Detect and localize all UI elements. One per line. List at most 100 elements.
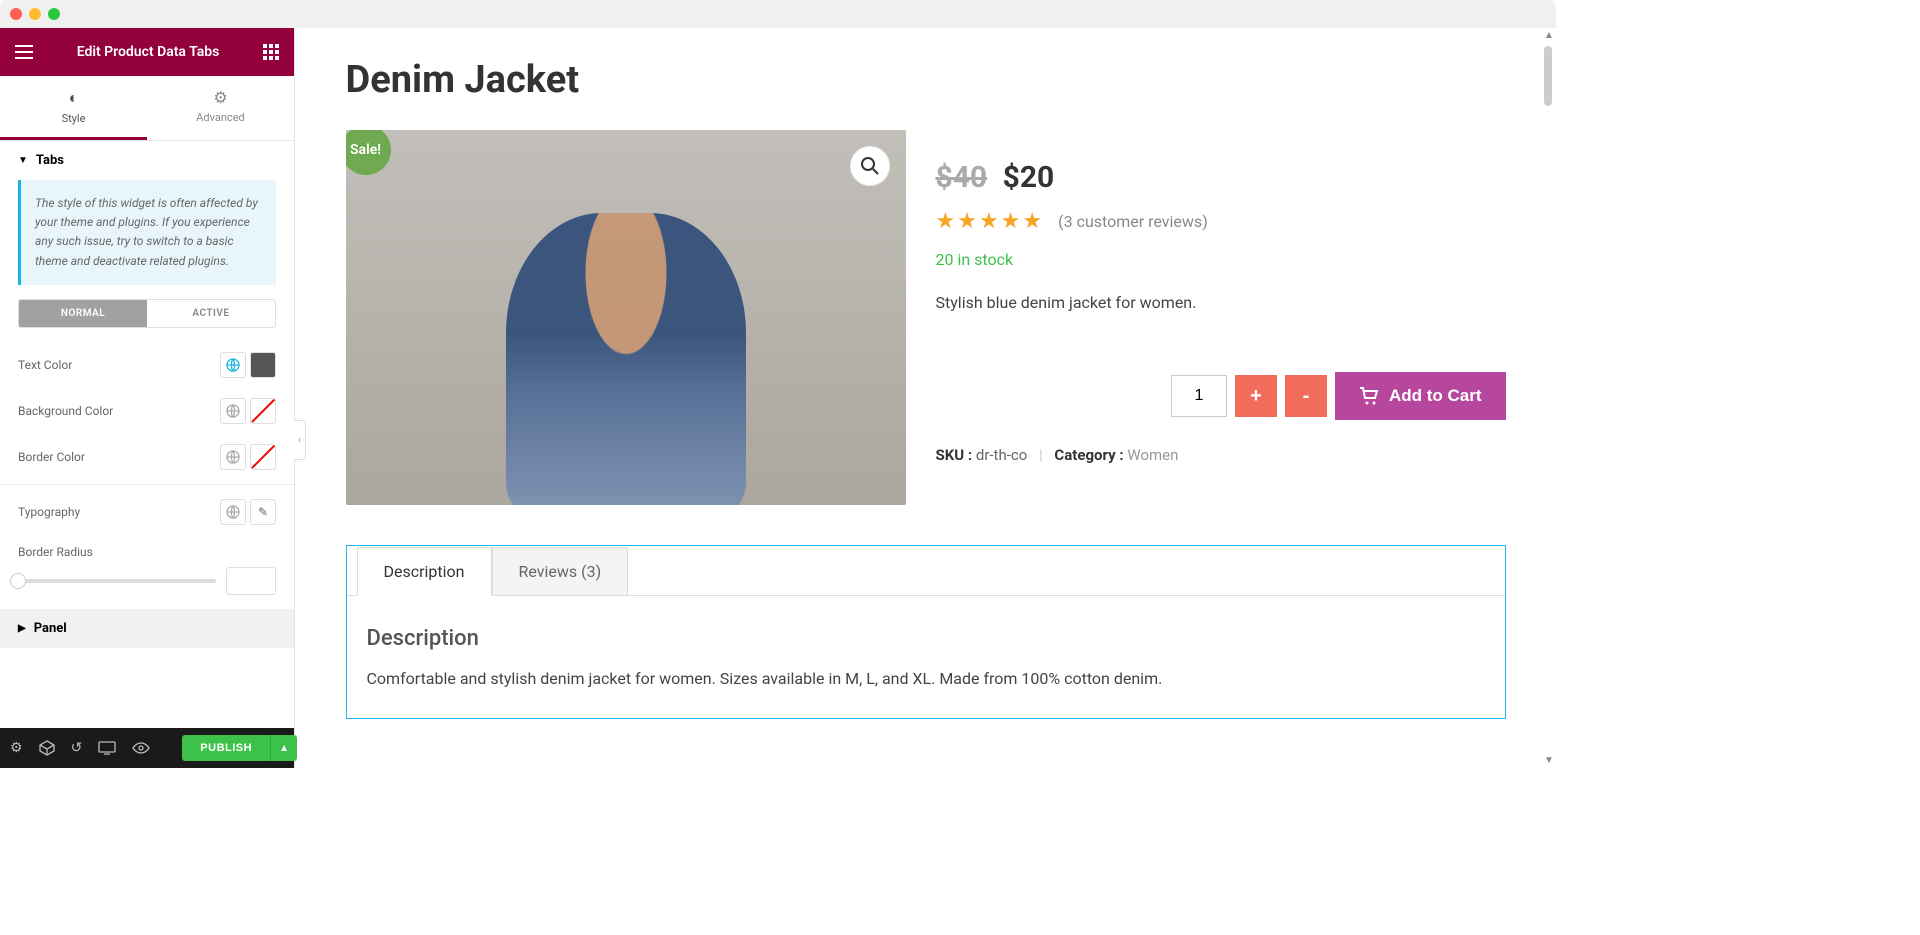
- grid-icon[interactable]: [263, 44, 279, 60]
- control-background-color: Background Color: [0, 388, 294, 434]
- zoom-button[interactable]: [850, 146, 890, 186]
- globe-icon[interactable]: [220, 398, 246, 424]
- tab-advanced[interactable]: ⚙ Advanced: [147, 76, 294, 140]
- sidebar-title: Edit Product Data Tabs: [77, 44, 220, 60]
- sku-value: dr-th-co: [976, 446, 1027, 464]
- reviews-link[interactable]: (3 customer reviews): [1058, 212, 1208, 231]
- product-title: Denim Jacket: [346, 58, 1506, 102]
- scroll-thumb[interactable]: [1544, 46, 1552, 106]
- window-maximize-icon[interactable]: [48, 8, 60, 20]
- navigator-icon[interactable]: [39, 740, 55, 756]
- sidebar-footer: ⚙ ↺ PUBLISH ▲: [0, 728, 294, 768]
- section-tabs-label: Tabs: [36, 153, 64, 168]
- window-close-icon[interactable]: [10, 8, 22, 20]
- category-link[interactable]: Women: [1127, 446, 1178, 464]
- price-new: $20: [1003, 160, 1055, 195]
- menu-icon[interactable]: [15, 45, 33, 59]
- product-data-tabs-widget[interactable]: Description Reviews (3) Description Comf…: [346, 545, 1506, 719]
- tab-description[interactable]: Description: [357, 547, 492, 596]
- control-text-color: Text Color: [0, 342, 294, 388]
- publish-options-button[interactable]: ▲: [270, 735, 297, 761]
- sidebar-body: ▼ Tabs The style of this widget is often…: [0, 141, 294, 728]
- category-label: Category :: [1054, 446, 1123, 464]
- toggle-active[interactable]: ACTIVE: [147, 300, 275, 327]
- quantity-minus-button[interactable]: -: [1285, 375, 1327, 417]
- theme-notice: The style of this widget is often affect…: [18, 180, 276, 285]
- cart-icon: [1359, 387, 1379, 405]
- picker-group: [220, 444, 276, 470]
- settings-icon[interactable]: ⚙: [10, 740, 23, 756]
- preview-canvas: Denim Jacket Sale! $40 $20: [295, 28, 1556, 768]
- section-tabs-header[interactable]: ▼ Tabs: [0, 141, 294, 180]
- control-label: Text Color: [18, 358, 72, 372]
- toggle-normal[interactable]: NORMAL: [19, 300, 147, 327]
- product-image: Sale!: [346, 130, 906, 505]
- control-typography: Typography ✎: [0, 489, 294, 535]
- globe-icon[interactable]: [220, 352, 246, 378]
- product-top: Sale! $40 $20 ★★★★★ (3 customer reviews): [346, 130, 1506, 505]
- tab-content: Description Comfortable and stylish deni…: [347, 596, 1505, 718]
- vertical-scrollbar[interactable]: ▲ ▼: [1544, 28, 1554, 768]
- control-label: Typography: [18, 505, 80, 519]
- star-rating-icon: ★★★★★: [936, 209, 1045, 234]
- sku-label: SKU :: [936, 446, 973, 464]
- divider: [0, 484, 294, 485]
- add-to-cart-button[interactable]: Add to Cart: [1335, 372, 1506, 420]
- advanced-icon: ⚙: [147, 88, 294, 107]
- control-border-radius: Border Radius: [0, 535, 294, 561]
- preview-icon[interactable]: [132, 742, 150, 754]
- section-panel-label: Panel: [34, 621, 67, 636]
- publish-button[interactable]: PUBLISH: [182, 735, 270, 761]
- price-row: $40 $20: [936, 160, 1506, 195]
- history-icon[interactable]: ↺: [71, 740, 83, 756]
- tab-content-body: Comfortable and stylish denim jacket for…: [367, 669, 1485, 688]
- tab-style-label: Style: [62, 112, 86, 125]
- product-meta: SKU : dr-th-co | Category : Women: [936, 446, 1506, 464]
- responsive-icon[interactable]: [98, 741, 116, 755]
- main-inner: Denim Jacket Sale! $40 $20: [346, 58, 1506, 719]
- tabs-nav: Description Reviews (3): [347, 546, 1505, 596]
- picker-group: ✎: [220, 499, 276, 525]
- tab-style[interactable]: ◐ Style: [0, 76, 147, 140]
- pencil-icon[interactable]: ✎: [250, 499, 276, 525]
- rating-row: ★★★★★ (3 customer reviews): [936, 209, 1506, 234]
- tab-content-heading: Description: [367, 626, 1485, 651]
- quantity-plus-button[interactable]: +: [1235, 375, 1277, 417]
- control-label: Border Radius: [18, 545, 93, 559]
- stock-status: 20 in stock: [936, 250, 1506, 269]
- control-label: Background Color: [18, 404, 113, 418]
- picker-group: [220, 398, 276, 424]
- caret-right-icon: ▶: [18, 623, 26, 634]
- quantity-input[interactable]: [1171, 375, 1227, 417]
- slider-thumb[interactable]: [10, 573, 26, 589]
- editor-sidebar: Edit Product Data Tabs ◐ Style ⚙ Advance…: [0, 28, 295, 768]
- tab-advanced-label: Advanced: [196, 111, 244, 124]
- publish-group: PUBLISH ▲: [182, 735, 297, 761]
- add-to-cart-label: Add to Cart: [1389, 386, 1482, 406]
- globe-icon[interactable]: [220, 499, 246, 525]
- titlebar: [0, 0, 1556, 28]
- globe-icon[interactable]: [220, 444, 246, 470]
- control-label: Border Color: [18, 450, 85, 464]
- border-radius-slider: [0, 561, 294, 609]
- slider-track[interactable]: [18, 579, 216, 583]
- scroll-up-icon[interactable]: ▲: [1544, 30, 1554, 41]
- picker-group: [220, 352, 276, 378]
- color-swatch[interactable]: [250, 352, 276, 378]
- tab-reviews[interactable]: Reviews (3): [492, 547, 629, 596]
- section-panel-header[interactable]: ▶ Panel: [0, 609, 294, 648]
- sidebar-header: Edit Product Data Tabs: [0, 28, 294, 76]
- color-swatch-none[interactable]: [250, 444, 276, 470]
- color-swatch-none[interactable]: [250, 398, 276, 424]
- app-window: Edit Product Data Tabs ◐ Style ⚙ Advance…: [0, 0, 1556, 768]
- state-toggle: NORMAL ACTIVE: [18, 299, 276, 328]
- price-old: $40: [936, 160, 988, 195]
- cart-row: + - Add to Cart: [936, 372, 1506, 420]
- window-minimize-icon[interactable]: [29, 8, 41, 20]
- app-body: Edit Product Data Tabs ◐ Style ⚙ Advance…: [0, 28, 1556, 768]
- short-description: Stylish blue denim jacket for women.: [936, 293, 1506, 312]
- slider-value-input[interactable]: [226, 567, 276, 595]
- product-info: $40 $20 ★★★★★ (3 customer reviews) 20 in…: [936, 130, 1506, 505]
- sidebar-tabs: ◐ Style ⚙ Advanced: [0, 76, 294, 141]
- scroll-down-icon[interactable]: ▼: [1544, 755, 1554, 766]
